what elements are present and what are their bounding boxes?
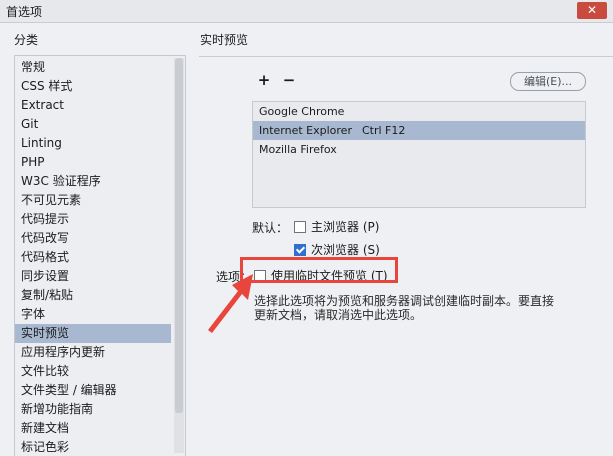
highlight-box (240, 257, 398, 283)
sidebar-item[interactable]: 代码格式 (15, 248, 171, 267)
primary-browser-checkbox[interactable] (294, 220, 306, 233)
sidebar-item[interactable]: Linting (15, 134, 171, 153)
sidebar-item[interactable]: 实时预览 (15, 324, 171, 343)
sidebar-item[interactable]: W3C 验证程序 (15, 172, 171, 191)
sidebar-item[interactable]: 常规 (15, 58, 171, 77)
sidebar-item[interactable]: 新增功能指南 (15, 400, 171, 419)
section-title: 实时预览 (200, 33, 249, 47)
sidebar-item[interactable]: 应用程序内更新 (15, 343, 171, 362)
sidebar-item[interactable]: Git (15, 115, 171, 134)
browser-shortcut: Ctrl F12 (361, 124, 406, 137)
default-label: 默认： (252, 221, 289, 235)
browser-row[interactable]: Internet Explorer Ctrl F12 (253, 121, 585, 140)
category-list[interactable]: 常规 CSS 样式 Extract Git Linting PHP W3C 验证程序 不可见元… (14, 55, 186, 456)
close-icon: ✕ (586, 3, 598, 17)
secondary-browser-label: 次浏览器 (S) (311, 243, 380, 257)
browser-row[interactable]: Google Chrome (253, 102, 585, 121)
sidebar-item[interactable]: 新建文档 (15, 419, 171, 438)
sidebar-item[interactable]: 字体 (15, 305, 171, 324)
sidebar-item[interactable]: 代码提示 (15, 210, 171, 229)
sidebar-item[interactable]: 不可见元素 (15, 191, 171, 210)
scrollbar-thumb[interactable] (175, 58, 183, 413)
primary-browser-option[interactable]: 主浏览器 (P) (294, 219, 379, 235)
section-divider (199, 56, 613, 57)
window-title: 首选项 (6, 5, 43, 19)
sidebar-item[interactable]: 标记色彩 (15, 438, 171, 456)
browser-name: Mozilla Firefox (259, 143, 337, 156)
sidebar-item[interactable]: PHP (15, 153, 171, 172)
browser-name: Google Chrome (259, 105, 345, 118)
sidebar-item[interactable]: CSS 样式 (15, 77, 171, 96)
option-description: 选择此选项将为预览和服务器调试创建临时副本。要直接更新文档，请取消选中此选项。 (254, 294, 555, 322)
edit-button[interactable]: 编辑(E)... (510, 72, 586, 91)
sidebar-item[interactable]: 文件比较 (15, 362, 171, 381)
sidebar-item[interactable]: 文件类型 / 编辑器 (15, 381, 171, 400)
sidebar-item[interactable]: 复制/粘贴 (15, 286, 171, 305)
remove-browser-button[interactable]: − (282, 71, 296, 89)
browser-name: Internet Explorer (259, 124, 352, 137)
add-browser-button[interactable]: + (257, 71, 271, 89)
sidebar-item[interactable]: 代码改写 (15, 229, 171, 248)
category-scrollbar[interactable] (174, 58, 184, 453)
title-bar: 首选项 ✕ (0, 0, 613, 23)
sidebar-item[interactable]: Extract (15, 96, 171, 115)
secondary-browser-checkbox[interactable] (294, 243, 306, 256)
browser-row[interactable]: Mozilla Firefox (253, 140, 585, 159)
sidebar-item[interactable]: 同步设置 (15, 267, 171, 286)
primary-browser-label: 主浏览器 (P) (311, 220, 380, 234)
category-label: 分类 (14, 33, 39, 47)
secondary-browser-option[interactable]: 次浏览器 (S) (294, 242, 380, 258)
browser-list[interactable]: Google Chrome Internet Explorer Ctrl F12 Mo… (252, 101, 586, 208)
close-button[interactable]: ✕ (577, 2, 607, 19)
